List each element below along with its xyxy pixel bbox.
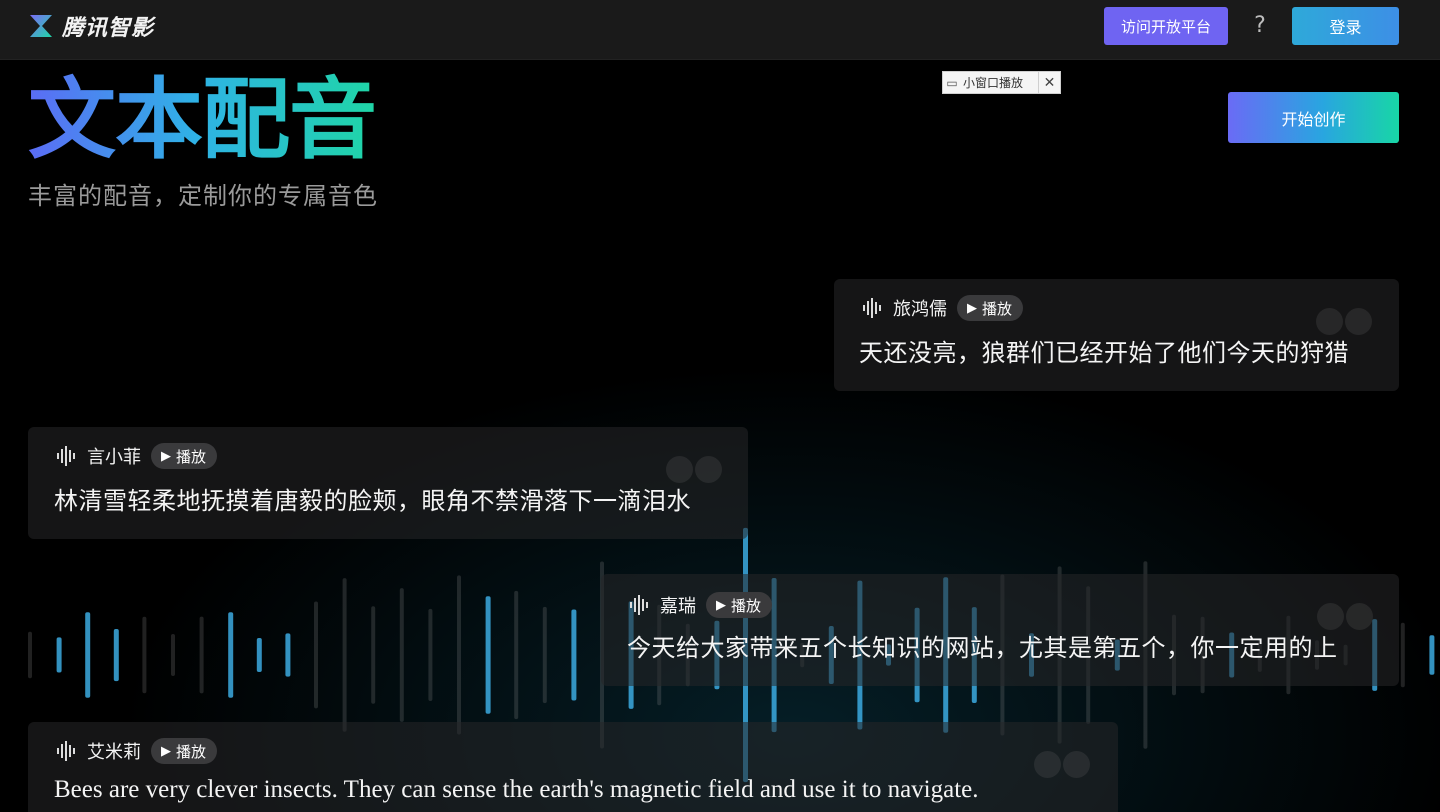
sound-wave-icon (863, 298, 881, 318)
voice-card-header: 旅鸿儒 ▶ 播放 (862, 295, 1024, 321)
waveform-bar (1400, 622, 1405, 688)
waveform-bar (457, 575, 461, 735)
play-button[interactable]: ▶ 播放 (151, 738, 218, 764)
mini-window-player[interactable]: ▭ 小窗口播放 ✕ (942, 71, 1061, 94)
play-label: 播放 (982, 299, 1013, 318)
waveform-bar (171, 634, 175, 676)
voice-sample-text: 今天给大家带来五个长知识的网站，尤其是第五个，你一定用的上 (627, 634, 1338, 662)
play-icon: ▶ (161, 743, 171, 759)
waveform-bar (228, 612, 234, 698)
voice-card: 言小菲 ▶ 播放 林清雪轻柔地抚摸着唐毅的脸颊，眼角不禁滑落下一滴泪水 (28, 427, 748, 539)
waveform-bar (256, 638, 262, 672)
start-creating-button[interactable]: 开始创作 (1228, 92, 1399, 143)
waveform-bar (342, 578, 347, 732)
voice-card-header: 言小菲 ▶ 播放 (56, 443, 218, 469)
play-icon: ▶ (716, 597, 726, 613)
sound-wave-icon (57, 741, 75, 761)
voice-card: 嘉瑞 ▶ 播放 今天给大家带来五个长知识的网站，尤其是第五个，你一定用的上 (601, 574, 1399, 686)
logo-text: 腾讯智影 (62, 16, 155, 41)
play-label: 播放 (176, 742, 207, 761)
quote-mark-icon (666, 456, 722, 483)
waveform-bar (571, 609, 577, 701)
voice-card: 艾米莉 ▶ 播放 Bees are very clever insects. T… (28, 722, 1118, 812)
waveform-bar (28, 631, 32, 679)
waveform-bar (399, 588, 404, 722)
voice-name: 言小菲 (87, 447, 141, 468)
title-part-2: 配音 (202, 68, 377, 171)
play-icon: ▶ (161, 448, 171, 464)
voice-sample-text: Bees are very clever insects. They can s… (54, 776, 979, 803)
page-subtitle: 丰富的配音，定制你的专属音色 (28, 182, 378, 210)
waveform-bar (285, 633, 291, 677)
play-button[interactable]: ▶ 播放 (957, 295, 1024, 321)
quote-mark-icon (1317, 603, 1373, 630)
waveform-bar (371, 606, 376, 704)
mini-player-label[interactable]: 小窗口播放 (961, 74, 1038, 91)
voice-card-header: 艾米莉 ▶ 播放 (56, 738, 218, 764)
waveform-bar (314, 601, 318, 709)
waveform-bar (542, 606, 547, 704)
tv-icon: ▭ (946, 75, 958, 90)
waveform-bar (1429, 635, 1435, 675)
play-button[interactable]: ▶ 播放 (706, 592, 773, 618)
waveform-bar (113, 629, 119, 682)
play-button[interactable]: ▶ 播放 (151, 443, 218, 469)
voice-card: 旅鸿儒 ▶ 播放 天还没亮，狼群们已经开始了他们今天的狩猎 (834, 279, 1399, 391)
voice-name: 嘉瑞 (660, 596, 696, 617)
play-label: 播放 (176, 447, 207, 466)
waveform-bar (142, 616, 147, 694)
quote-mark-icon (1316, 308, 1372, 335)
page-title: 文本配音 (28, 70, 376, 170)
waveform-bar (56, 637, 62, 673)
brand-logo[interactable]: 腾讯智影 (28, 10, 154, 42)
voice-name: 旅鸿儒 (893, 299, 947, 320)
help-icon[interactable]: ? (1248, 10, 1272, 40)
quote-mark-icon (1034, 751, 1090, 778)
play-icon: ▶ (967, 300, 977, 316)
waveform-bar (85, 612, 91, 698)
waveform-bar (199, 616, 204, 694)
logo-icon (30, 15, 52, 37)
waveform-bar (514, 590, 519, 720)
waveform-bar (485, 596, 491, 714)
play-label: 播放 (731, 596, 762, 615)
sound-wave-icon (57, 446, 75, 466)
voice-sample-text: 天还没亮，狼群们已经开始了他们今天的狩猎 (859, 339, 1349, 367)
voice-name: 艾米莉 (87, 742, 141, 763)
waveform-bar (428, 608, 433, 701)
close-icon[interactable]: ✕ (1038, 72, 1060, 93)
voice-sample-text: 林清雪轻柔地抚摸着唐毅的脸颊，眼角不禁滑落下一滴泪水 (54, 487, 691, 515)
title-part-1: 文本 (28, 68, 203, 171)
sound-wave-icon (630, 595, 648, 615)
top-navigation-bar: 腾讯智影 访问开放平台 ? 登录 (0, 0, 1440, 60)
login-button[interactable]: 登录 (1292, 7, 1399, 45)
visit-open-platform-button[interactable]: 访问开放平台 (1104, 7, 1228, 45)
voice-card-header: 嘉瑞 ▶ 播放 (629, 592, 773, 618)
